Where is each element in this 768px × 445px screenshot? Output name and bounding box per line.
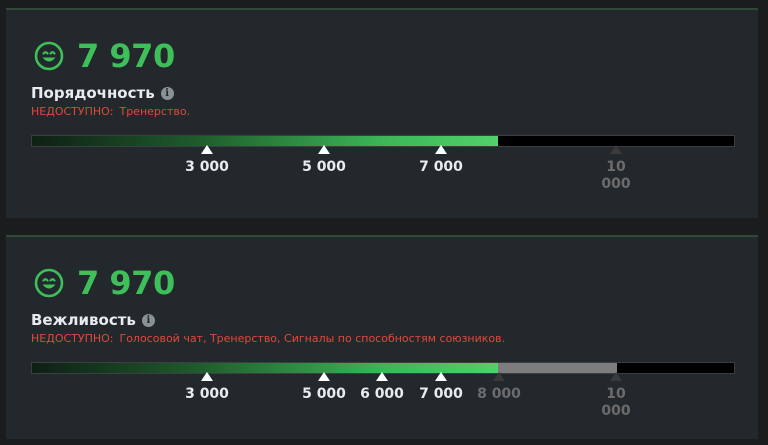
restriction-label: НЕДОСТУПНО: — [31, 105, 114, 118]
tick-label-3000: 3 000 — [185, 386, 229, 402]
tick-label-10000: 10 000 — [601, 386, 631, 419]
tick-label-5000: 5 000 — [302, 159, 346, 175]
conduct-panel-decency: 7 970 Порядочность i НЕДОСТУПНО: Тренерст… — [6, 8, 758, 218]
score-row: 7 970 — [34, 267, 175, 299]
tick-marker-3000 — [201, 145, 213, 154]
tick-marker-5000 — [318, 145, 330, 154]
score-row: 7 970 — [34, 40, 175, 72]
title-row: Порядочность i — [31, 84, 174, 102]
restriction-line: НЕДОСТУПНО: Голосовой чат, Тренерство, Си… — [31, 332, 505, 345]
tick-marker-6000 — [376, 372, 388, 381]
progress-bar — [31, 135, 735, 147]
smiley-face-icon — [34, 41, 64, 71]
panel-title: Вежливость — [31, 311, 136, 329]
title-row: Вежливость i — [31, 311, 155, 329]
tick-label-8000: 8 000 — [477, 386, 521, 402]
tick-marker-5000 — [318, 372, 330, 381]
restriction-line: НЕДОСТУПНО: Тренерство. — [31, 105, 190, 118]
tick-label-7000: 7 000 — [419, 159, 463, 175]
restriction-label: НЕДОСТУПНО: — [31, 332, 114, 345]
conduct-panel-politeness: 7 970 Вежливость i НЕДОСТУПНО: Голосовой … — [6, 235, 758, 439]
tick-label-10000: 10 000 — [601, 159, 631, 192]
restriction-text: Голосовой чат, Тренерство, Сигналы по сп… — [119, 332, 506, 345]
tick-marker-3000 — [201, 372, 213, 381]
tick-label-3000: 3 000 — [185, 159, 229, 175]
panel-title: Порядочность — [31, 84, 155, 102]
restriction-text: Тренерство. — [119, 105, 191, 118]
tick-marker-7000 — [435, 145, 447, 154]
tick-marker-10000 — [610, 372, 622, 381]
info-icon[interactable]: i — [160, 86, 174, 100]
tick-marker-10000 — [610, 145, 622, 154]
score-value: 7 970 — [77, 264, 175, 302]
progress-bar-fill — [32, 136, 498, 146]
score-value: 7 970 — [77, 37, 175, 75]
tick-marker-8000 — [493, 372, 505, 381]
progress-bar-fill — [32, 363, 498, 373]
smiley-face-icon — [34, 268, 64, 298]
tick-marker-7000 — [435, 372, 447, 381]
info-icon[interactable]: i — [141, 313, 155, 327]
